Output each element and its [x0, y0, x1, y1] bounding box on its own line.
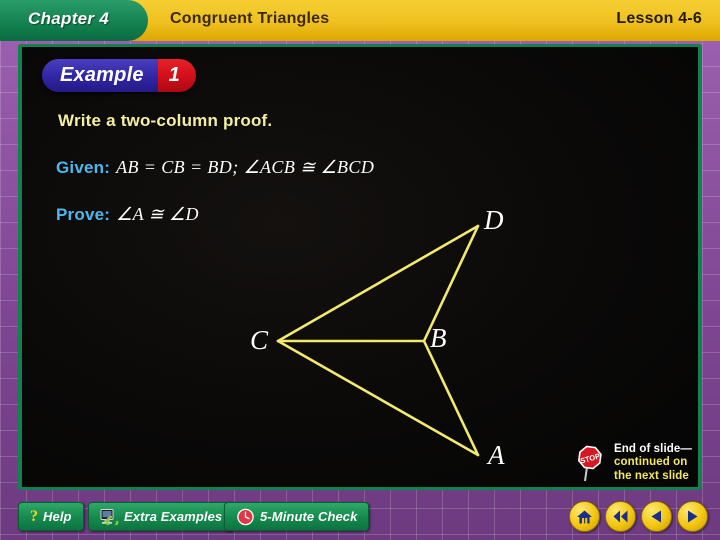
segment-CA [276, 339, 480, 457]
left-arrow-icon [651, 510, 661, 523]
five-minute-check-label: 5-Minute Check [260, 509, 358, 524]
extra-examples-button[interactable]: Extra Examples [88, 502, 235, 531]
slide-header: Chapter 4 Congruent Triangles Lesson 4-6 [0, 0, 720, 41]
given-line: Given: AB = CB = BD; ∠ACB ≅ ∠BCD [56, 157, 374, 178]
next-button[interactable] [677, 501, 708, 532]
segment-BA [422, 339, 480, 457]
example-badge: Example 1 [42, 59, 196, 92]
previous-button[interactable] [641, 501, 672, 532]
extra-examples-label: Extra Examples [124, 509, 223, 524]
home-icon [577, 510, 592, 523]
vertex-label-A: A [488, 440, 505, 470]
navigation-buttons [569, 501, 708, 532]
vertex-label-D: D [484, 205, 504, 235]
end-of-slide-note: STOP End of slide— continued on the next… [573, 443, 692, 484]
vertex-label-C: C [250, 325, 269, 355]
problem-prompt: Write a two-column proof. [58, 111, 273, 130]
example-badge-number: 1 [157, 59, 196, 92]
help-button-label: Help [43, 509, 72, 524]
unit-title: Congruent Triangles [170, 10, 330, 27]
vertex-label-B: B [430, 323, 447, 353]
end-note-line-3: the next slide [614, 469, 689, 482]
prove-line: Prove: ∠A ≅ ∠D [56, 204, 199, 225]
example-badge-label: Example [42, 59, 158, 92]
segment-CD [276, 224, 480, 343]
prove-keyword: Prove: [56, 205, 111, 224]
end-of-slide-text: End of slide— continued on the next slid… [614, 443, 692, 484]
five-minute-check-button[interactable]: 5-Minute Check [224, 502, 370, 531]
question-mark-icon: ? [30, 507, 38, 525]
computer-monitor-icon [100, 509, 119, 525]
double-left-arrow-icon [613, 510, 628, 523]
lesson-label: Lesson 4-6 [616, 10, 702, 27]
slide-canvas: Example 1 Write a two-column proof. Give… [22, 47, 698, 487]
clock-icon [237, 508, 254, 525]
bottom-toolbar: ? Help Extra Examples 5-Minute Check [0, 496, 720, 540]
chapter-label: Chapter 4 [28, 9, 110, 28]
end-note-line-2: continued on [614, 456, 688, 468]
given-keyword: Given: [56, 158, 111, 177]
end-note-line-1: End of slide— [614, 442, 692, 455]
example-badge-text: Example [60, 64, 144, 86]
stop-sign-icon: STOP [577, 445, 602, 481]
rewind-button[interactable] [605, 501, 636, 532]
prove-statement: ∠A ≅ ∠D [116, 204, 199, 224]
given-statement: AB = CB = BD; ∠ACB ≅ ∠BCD [116, 157, 375, 177]
right-arrow-icon [688, 510, 698, 523]
example-number-text: 1 [168, 64, 180, 86]
home-button[interactable] [569, 501, 600, 532]
help-button[interactable]: ? Help [18, 502, 84, 531]
slide-root: Chapter 4 Congruent Triangles Lesson 4-6… [0, 0, 720, 540]
